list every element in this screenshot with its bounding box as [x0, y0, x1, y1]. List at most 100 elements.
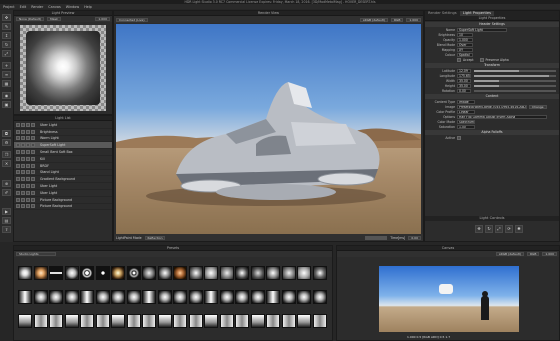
preset-thumbnail[interactable]	[95, 290, 110, 304]
rotate-tool-icon[interactable]: ↻	[2, 41, 11, 48]
select-checkbox[interactable]	[31, 184, 35, 189]
spin-light-icon[interactable]: ⟳	[505, 225, 513, 233]
preset-thumbnail[interactable]	[235, 290, 249, 304]
preset-thumbnail[interactable]	[235, 266, 249, 280]
preset-thumbnail[interactable]	[173, 266, 187, 280]
brush-icon[interactable]: ✐	[2, 189, 11, 196]
transform-slider[interactable]	[474, 84, 556, 87]
preset-thumbnail[interactable]	[18, 314, 32, 328]
canvas-light-shape[interactable]	[439, 284, 453, 294]
lock-checkbox[interactable]	[26, 136, 30, 141]
select-checkbox[interactable]	[31, 129, 35, 134]
property-value[interactable]: Spatial	[457, 52, 473, 57]
select-checkbox[interactable]	[31, 122, 35, 127]
move-tool-icon[interactable]: ↕	[2, 32, 11, 39]
solo-checkbox[interactable]	[21, 156, 25, 161]
preset-thumbnail[interactable]	[64, 314, 79, 328]
select-tool-icon[interactable]: ✥	[2, 14, 11, 21]
visibility-checkbox[interactable]	[16, 150, 20, 155]
menu-canvas[interactable]: Canvas	[48, 5, 60, 9]
transform-slider[interactable]	[474, 69, 556, 72]
preset-thumbnail[interactable]	[157, 266, 172, 280]
add-light-icon[interactable]: +	[2, 62, 11, 69]
content-value[interactable]: Half Flip Gamma Adjust Invert Alpha	[457, 114, 547, 119]
menu-project[interactable]: Project	[3, 5, 15, 9]
canvas-channel-dropdown[interactable]: RGB	[526, 252, 540, 256]
preset-thumbnail[interactable]	[18, 290, 32, 304]
lock-checkbox[interactable]	[26, 150, 30, 155]
lock-checkbox[interactable]	[26, 156, 30, 161]
accept-checkbox[interactable]	[457, 57, 461, 62]
preset-thumbnail[interactable]	[281, 314, 296, 328]
property-value[interactable]: Over	[457, 42, 473, 47]
visibility-checkbox[interactable]	[16, 122, 20, 127]
paint-tool-icon[interactable]: ✎	[2, 23, 11, 30]
preset-thumbnail[interactable]	[142, 290, 156, 304]
preset-thumbnail[interactable]	[142, 314, 156, 328]
solo-checkbox[interactable]	[21, 204, 25, 209]
solo-checkbox[interactable]	[21, 129, 25, 134]
solo-checkbox[interactable]	[21, 122, 25, 127]
render-icon[interactable]: ▶	[2, 208, 11, 215]
save-icon[interactable]: ▤	[2, 217, 11, 224]
preset-thumbnail[interactable]	[312, 290, 327, 304]
canvas-colorspace-dropdown[interactable]: sRGB (default)	[496, 252, 524, 256]
solo-checkbox[interactable]	[21, 143, 25, 148]
exposure-value[interactable]: 1.000	[406, 17, 421, 22]
content-value[interactable]: Image	[457, 99, 475, 104]
preset-thumbnail[interactable]	[204, 266, 218, 280]
light-list-item[interactable]: Warm Light	[14, 136, 112, 143]
visibility-checkbox[interactable]	[16, 156, 20, 161]
preset-thumbnail[interactable]	[219, 314, 234, 328]
solo-checkbox[interactable]	[21, 136, 25, 141]
color-space-dropdown[interactable]: sRGB (default)	[360, 17, 388, 22]
grid-icon[interactable]: ▦	[2, 80, 11, 87]
visibility-checkbox[interactable]	[16, 197, 20, 202]
menu-help[interactable]: Help	[84, 5, 92, 9]
solo-checkbox[interactable]	[21, 197, 25, 202]
preview-dropdown[interactable]: None (Default)	[16, 17, 45, 21]
light-list-item[interactable]: Uber Light	[14, 183, 112, 190]
preset-thumbnail[interactable]	[157, 290, 172, 304]
preset-thumbnail[interactable]	[204, 290, 218, 304]
connection-dropdown[interactable]: Connected (Live)	[116, 17, 148, 22]
select-checkbox[interactable]	[31, 190, 35, 195]
light-list-item[interactable]: Small Bent Soft Box	[14, 149, 112, 156]
preset-thumbnail[interactable]	[188, 314, 203, 328]
canvas-value[interactable]: 1.000	[542, 252, 557, 256]
light-list-item[interactable]: Uber Light	[14, 122, 112, 129]
light-list-item[interactable]: SuperSoft Light	[14, 142, 112, 150]
lock-checkbox[interactable]	[26, 163, 30, 168]
rotate-light-icon[interactable]: ↻	[485, 225, 493, 233]
select-checkbox[interactable]	[31, 163, 35, 168]
select-checkbox[interactable]	[31, 150, 35, 155]
property-value[interactable]: XY	[457, 47, 473, 52]
preset-thumbnail[interactable]	[266, 266, 280, 280]
solo-checkbox[interactable]	[21, 177, 25, 182]
preset-thumbnail[interactable]	[188, 266, 203, 280]
settings-icon[interactable]: ⚙	[2, 139, 11, 146]
visibility-checkbox[interactable]	[16, 129, 20, 134]
preset-thumbnail[interactable]	[297, 290, 311, 304]
preset-thumbnail[interactable]	[297, 314, 311, 328]
change-image-button[interactable]: Change	[529, 104, 547, 109]
content-value[interactable]: Linear	[457, 109, 475, 114]
preset-thumbnail[interactable]	[312, 266, 327, 280]
light-list-item[interactable]: Uber Light	[14, 190, 112, 197]
preset-thumbnail[interactable]	[49, 266, 63, 280]
select-checkbox[interactable]	[31, 177, 35, 182]
delete-icon[interactable]: ✕	[2, 160, 11, 167]
light-list-item[interactable]: Kill	[14, 156, 112, 163]
lock-checkbox[interactable]	[26, 197, 30, 202]
preset-thumbnail[interactable]	[266, 290, 280, 304]
preset-thumbnail[interactable]	[250, 314, 265, 328]
scale-light-icon[interactable]: ⤢	[495, 225, 503, 233]
preset-thumbnail[interactable]	[111, 290, 125, 304]
transform-value[interactable]: 0.00	[457, 88, 471, 93]
preset-thumbnail[interactable]	[157, 314, 172, 328]
transform-value[interactable]: 12.09	[457, 68, 471, 73]
lock-checkbox[interactable]	[26, 143, 30, 148]
content-value[interactable]: Presets\BrokenLights\7045-0965-4616-A6D8…	[457, 104, 527, 109]
preset-thumbnail[interactable]	[33, 314, 48, 328]
preset-thumbnail[interactable]	[312, 314, 327, 328]
